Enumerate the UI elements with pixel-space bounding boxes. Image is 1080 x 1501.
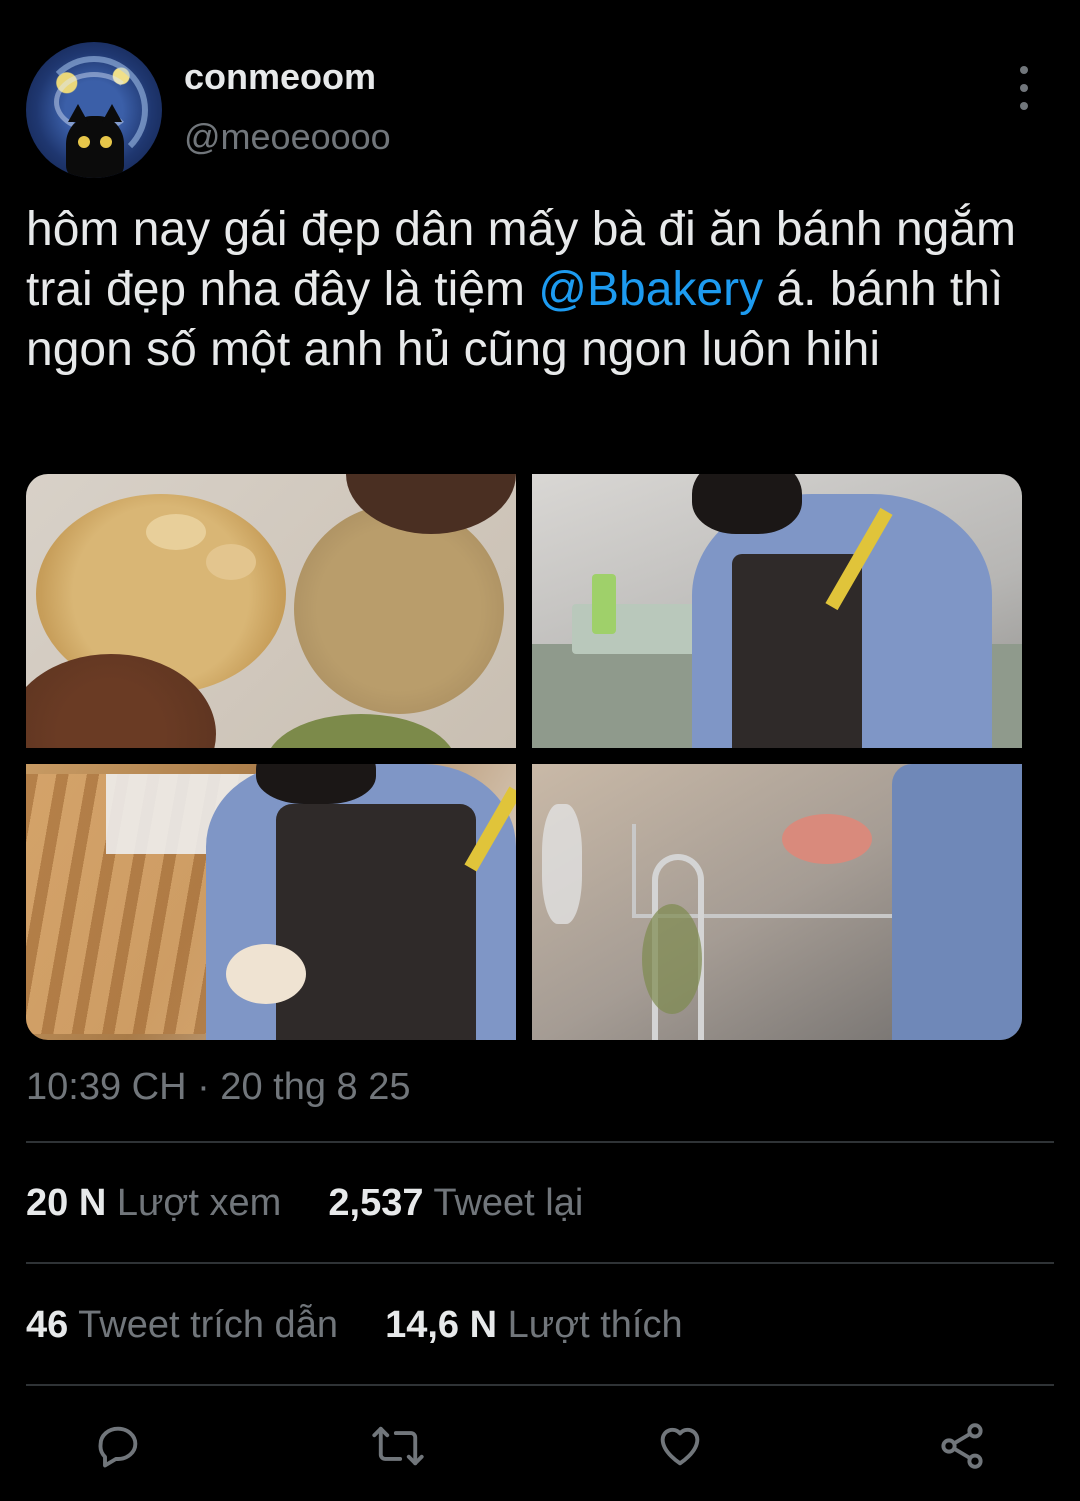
- share-icon: [941, 1423, 983, 1469]
- retweets-label: Tweet lại: [433, 1182, 584, 1224]
- views-label: Lượt xem: [116, 1182, 282, 1224]
- avatar-cat-eye: [100, 136, 112, 148]
- avatar-cat-eye: [78, 136, 90, 148]
- avatar-cat: [66, 104, 124, 178]
- tweet-text: hôm nay gái đẹp dân mấy bà đi ăn bánh ng…: [26, 200, 1066, 380]
- retweet-button[interactable]: [370, 1418, 426, 1474]
- display-name[interactable]: conmeoom: [184, 56, 376, 98]
- divider: [26, 1262, 1054, 1264]
- retweets-count: 2,537: [328, 1182, 424, 1224]
- mention-link[interactable]: @Bbakery: [538, 263, 763, 316]
- retweets-stat[interactable]: 2,537 Tweet lại: [328, 1182, 583, 1224]
- views-count: 20 N: [26, 1182, 107, 1224]
- like-icon: [660, 1427, 700, 1466]
- kitchen-sink-photo[interactable]: [532, 764, 1022, 1040]
- baker-cutting-photo[interactable]: [532, 474, 1022, 748]
- retweet-icon: [372, 1426, 424, 1466]
- quotes-stat[interactable]: 46 Tweet trích dẫn: [26, 1304, 338, 1346]
- stats-row-1: 20 N Lượt xem 2,537 Tweet lại: [26, 1182, 583, 1225]
- reply-icon: [98, 1426, 138, 1468]
- reply-button[interactable]: [90, 1418, 146, 1474]
- share-button[interactable]: [934, 1418, 990, 1474]
- stats-row-2: 46 Tweet trích dẫn 14,6 N Lượt thích: [26, 1304, 683, 1347]
- divider: [26, 1384, 1054, 1386]
- user-handle[interactable]: @meoeoooo: [184, 116, 391, 158]
- likes-count: 14,6 N: [385, 1304, 498, 1346]
- more-options-icon[interactable]: [1008, 66, 1040, 110]
- likes-stat[interactable]: 14,6 N Lượt thích: [385, 1304, 683, 1346]
- timestamp[interactable]: 10:39 CH · 20 thg 8 25: [26, 1066, 410, 1109]
- avatar[interactable]: [26, 42, 162, 178]
- likes-label: Lượt thích: [507, 1304, 683, 1346]
- cookies-photo[interactable]: [26, 474, 516, 748]
- quotes-label: Tweet trích dẫn: [78, 1304, 338, 1346]
- like-button[interactable]: [652, 1418, 708, 1474]
- divider: [26, 1141, 1054, 1143]
- baker-cupcake-photo[interactable]: [26, 764, 516, 1040]
- views-stat[interactable]: 20 N Lượt xem: [26, 1182, 281, 1224]
- quotes-count: 46: [26, 1304, 69, 1346]
